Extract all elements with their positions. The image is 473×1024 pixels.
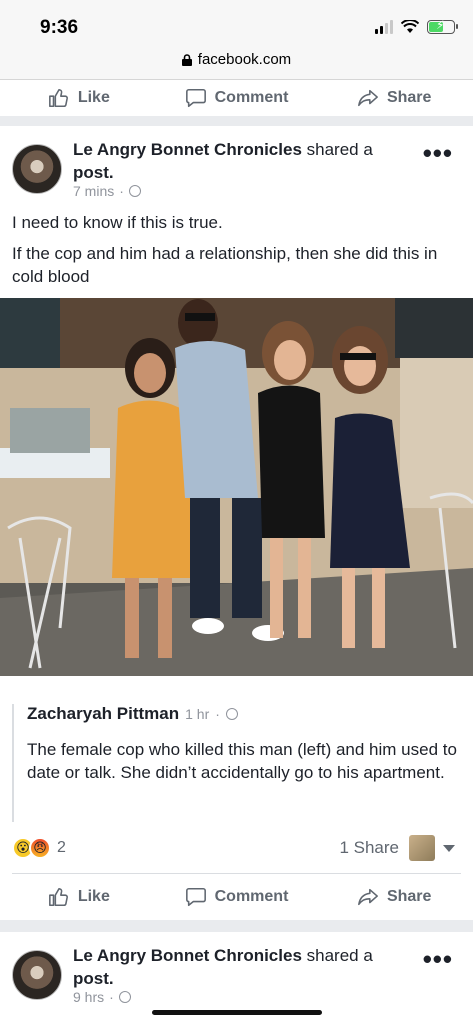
- shared-meta-separator: ·: [215, 706, 220, 722]
- photo-illustration: [0, 298, 473, 676]
- share-button[interactable]: Share: [315, 87, 473, 109]
- thumbs-up-icon: [48, 88, 68, 108]
- prev-post-actions: Like Comment Share: [0, 80, 473, 116]
- post-header: Le Angry Bonnet Chronicles shared a post…: [73, 138, 403, 184]
- reaction-count: 2: [57, 839, 66, 856]
- post-time[interactable]: 7 mins: [73, 183, 114, 199]
- comment-icon: [185, 88, 206, 108]
- signal-icon: [375, 20, 393, 34]
- caret-down-icon[interactable]: [443, 844, 455, 852]
- angry-reaction-icon: 😠: [29, 837, 51, 859]
- like-label: Like: [77, 888, 110, 905]
- url-display[interactable]: facebook.com: [181, 51, 292, 68]
- like-label: Like: [77, 89, 110, 106]
- status-time: 9:36: [40, 17, 79, 38]
- more-options-icon[interactable]: •••: [423, 138, 453, 169]
- post-actions: Like Comment Share: [0, 874, 473, 920]
- shared-post-block[interactable]: Zacharyah Pittman 1 hr · The female cop …: [12, 704, 462, 822]
- lock-icon: [181, 53, 192, 66]
- globe-icon: [128, 185, 141, 197]
- share-label: Share: [386, 89, 432, 106]
- page-name-link[interactable]: Le Angry Bonnet Chronicles: [73, 140, 302, 159]
- share-button[interactable]: Share: [315, 886, 473, 908]
- shared-text: shared a: [306, 946, 373, 965]
- like-button[interactable]: Like: [0, 87, 158, 109]
- post-header: Le Angry Bonnet Chronicles shared a post…: [73, 944, 403, 990]
- like-button[interactable]: Like: [0, 886, 158, 908]
- share-count[interactable]: 1 Share: [339, 838, 399, 858]
- post-separator: [0, 920, 473, 932]
- post-separator: [0, 116, 473, 126]
- shared-post-link[interactable]: post.: [73, 163, 114, 182]
- comment-label: Comment: [214, 888, 289, 905]
- status-bar: 9:36 ⚡: [0, 0, 473, 44]
- more-options-icon[interactable]: •••: [423, 944, 453, 975]
- reactions-summary[interactable]: 😮 😠 2: [12, 837, 66, 859]
- shared-post-text: The female cop who killed this man (left…: [27, 740, 457, 782]
- post-meta: 7 mins ·: [73, 183, 141, 199]
- shared-post-time[interactable]: 1 hr: [185, 706, 209, 722]
- page-avatar[interactable]: [12, 144, 62, 194]
- post-photo[interactable]: [0, 298, 473, 676]
- comment-button[interactable]: Comment: [158, 886, 316, 908]
- meta-separator: ·: [109, 989, 114, 1005]
- globe-icon: [225, 708, 238, 720]
- status-icons: ⚡: [375, 18, 458, 34]
- comment-icon: [185, 887, 206, 907]
- home-indicator[interactable]: [152, 1010, 322, 1015]
- comment-label: Comment: [214, 89, 289, 106]
- page-avatar[interactable]: [12, 950, 62, 1000]
- post-time[interactable]: 9 hrs: [73, 989, 104, 1005]
- shared-post-header: Zacharyah Pittman 1 hr ·: [27, 704, 462, 724]
- share-arrow-icon: [357, 89, 378, 107]
- url-bar[interactable]: facebook.com: [0, 44, 473, 80]
- battery-icon: ⚡: [427, 18, 458, 34]
- meta-separator: ·: [119, 183, 124, 199]
- post-stats: 😮 😠 2 1 Share: [0, 832, 473, 864]
- shared-author-name[interactable]: Zacharyah Pittman: [27, 704, 179, 724]
- comment-button[interactable]: Comment: [158, 87, 316, 109]
- post-text-line1: I need to know if this is true.: [12, 213, 223, 232]
- shared-post-link[interactable]: post.: [73, 969, 114, 988]
- page-name-link[interactable]: Le Angry Bonnet Chronicles: [73, 946, 302, 965]
- share-label: Share: [386, 888, 432, 905]
- wifi-icon: [401, 20, 419, 33]
- url-text: facebook.com: [197, 51, 292, 68]
- post-text-line2: If the cop and him had a relationship, t…: [12, 244, 438, 286]
- viewer-avatar[interactable]: [409, 835, 435, 861]
- globe-icon: [118, 991, 131, 1003]
- post-meta: 9 hrs ·: [73, 989, 131, 1005]
- share-arrow-icon: [357, 888, 378, 906]
- shared-text: shared a: [306, 140, 373, 159]
- thumbs-up-icon: [48, 887, 68, 907]
